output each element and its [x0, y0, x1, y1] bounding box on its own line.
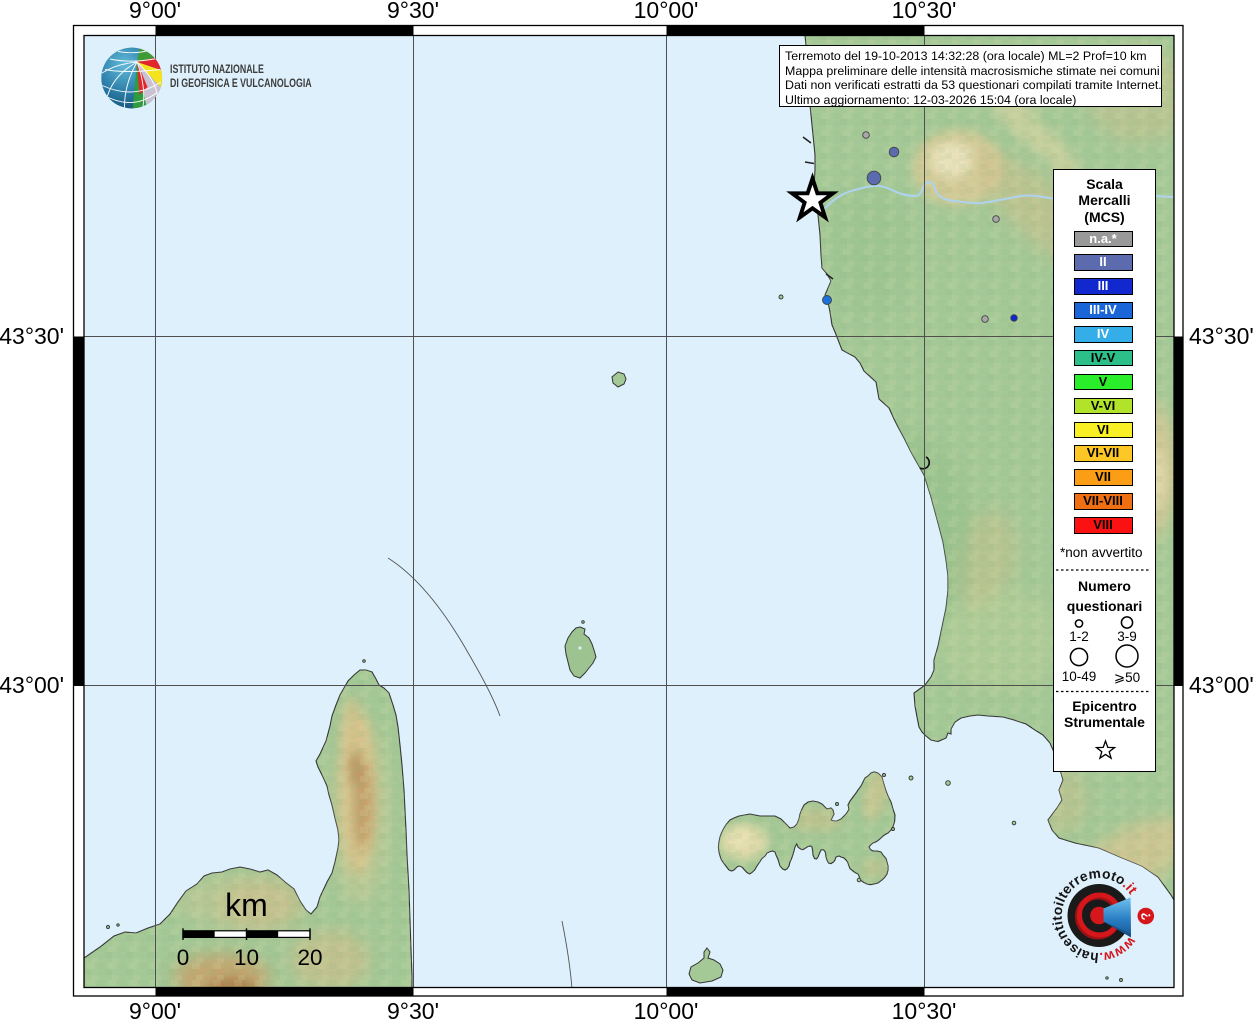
svg-text:km: km — [225, 887, 268, 923]
svg-text:10: 10 — [234, 945, 259, 970]
svg-text:20: 20 — [297, 945, 322, 970]
svg-text:0: 0 — [177, 945, 190, 970]
